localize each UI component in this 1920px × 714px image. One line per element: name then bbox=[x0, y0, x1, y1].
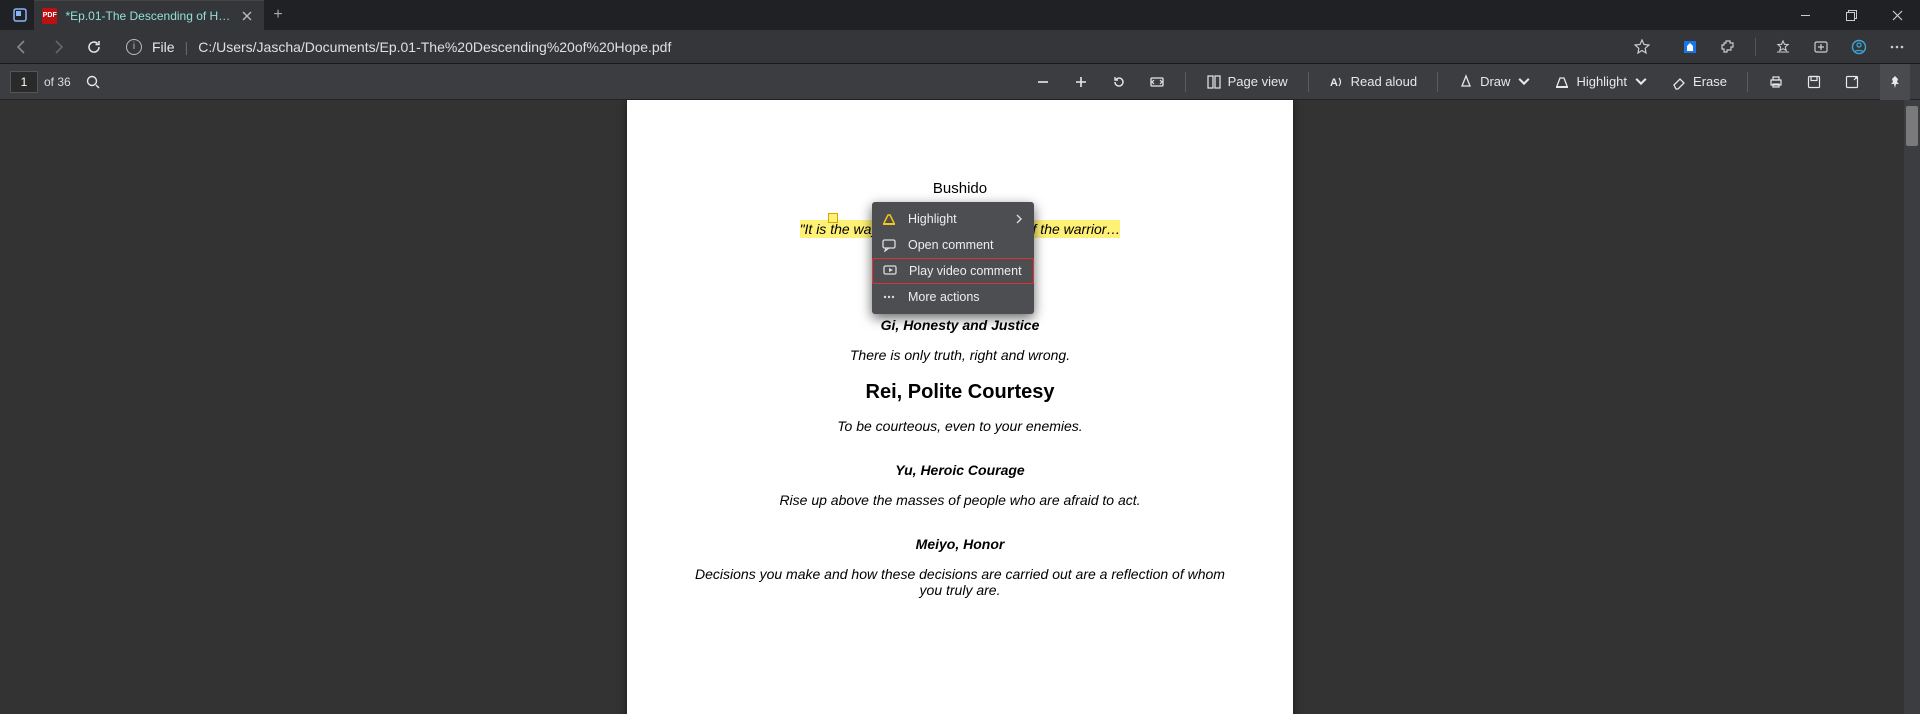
save-button[interactable] bbox=[1798, 68, 1830, 96]
url-box[interactable]: i File | C:/Users/Jascha/Documents/Ep.01… bbox=[116, 33, 1667, 61]
extensions-icon[interactable] bbox=[1713, 33, 1743, 61]
tab-close-button[interactable] bbox=[240, 9, 254, 23]
scrollbar-thumb[interactable] bbox=[1906, 106, 1918, 146]
erase-label: Erase bbox=[1693, 74, 1727, 89]
doc-title: Bushido bbox=[687, 180, 1233, 197]
ctx-label: Play video comment bbox=[909, 264, 1022, 278]
highlighter-icon bbox=[882, 212, 896, 226]
url-scheme-label: File bbox=[152, 39, 175, 55]
fit-page-button[interactable] bbox=[1141, 68, 1173, 96]
nav-forward-button[interactable] bbox=[44, 33, 72, 61]
collections-icon[interactable] bbox=[1806, 33, 1836, 61]
new-tab-button[interactable]: + bbox=[264, 0, 292, 30]
profile-icon[interactable] bbox=[1844, 33, 1874, 61]
favorites-list-icon[interactable] bbox=[1768, 33, 1798, 61]
tabstrip: PDF *Ep.01-The Descending of Hope + bbox=[0, 0, 292, 30]
browser-tab[interactable]: PDF *Ep.01-The Descending of Hope bbox=[34, 0, 264, 30]
toolbar-divider bbox=[1755, 38, 1756, 56]
tab-title: *Ep.01-The Descending of Hope bbox=[65, 9, 232, 23]
nav-back-button[interactable] bbox=[8, 33, 36, 61]
window-controls bbox=[1782, 0, 1920, 30]
window-minimize-button[interactable] bbox=[1782, 0, 1828, 30]
settings-menu-icon[interactable] bbox=[1882, 33, 1912, 61]
more-icon bbox=[882, 290, 896, 304]
zoom-in-button[interactable] bbox=[1065, 68, 1097, 96]
nav-refresh-button[interactable] bbox=[80, 33, 108, 61]
toolbar-separator bbox=[1185, 72, 1186, 92]
ctx-label: Open comment bbox=[908, 238, 993, 252]
browser-extension-icon-1[interactable] bbox=[1675, 33, 1705, 61]
toolbar-separator bbox=[1437, 72, 1438, 92]
omnibox-right-icons bbox=[1627, 33, 1657, 61]
section-4-head: Meiyo, Honor bbox=[687, 536, 1233, 552]
save-as-button[interactable] bbox=[1836, 68, 1868, 96]
vertical-scrollbar[interactable] bbox=[1904, 100, 1920, 714]
pdf-page: Bushido "It is the way of the sword…the … bbox=[627, 100, 1293, 714]
toolbar-separator bbox=[1308, 72, 1309, 92]
app-icon bbox=[6, 0, 34, 30]
window-restore-button[interactable] bbox=[1828, 0, 1874, 30]
page-number-input[interactable] bbox=[10, 71, 38, 93]
section-4-body: Decisions you make and how these decisio… bbox=[687, 566, 1233, 598]
ctx-label: More actions bbox=[908, 290, 980, 304]
page-view-label: Page view bbox=[1228, 74, 1288, 89]
video-comment-icon bbox=[883, 264, 897, 278]
window-close-button[interactable] bbox=[1874, 0, 1920, 30]
section-1-head: Gi, Honesty and Justice bbox=[687, 317, 1233, 333]
highlight-label: Highlight bbox=[1576, 74, 1627, 89]
ctx-highlight[interactable]: Highlight bbox=[872, 206, 1034, 232]
section-3-head: Yu, Heroic Courage bbox=[687, 462, 1233, 478]
find-button[interactable] bbox=[77, 68, 109, 96]
ctx-open-comment[interactable]: Open comment bbox=[872, 232, 1034, 258]
comment-marker-icon[interactable] bbox=[828, 213, 838, 223]
svg-text:A: A bbox=[1330, 77, 1338, 89]
favorite-star-icon[interactable] bbox=[1627, 33, 1657, 61]
section-1-body: There is only truth, right and wrong. bbox=[687, 347, 1233, 363]
ctx-label: Highlight bbox=[908, 212, 957, 226]
pdf-viewport[interactable]: Bushido "It is the way of the sword…the … bbox=[0, 100, 1920, 714]
url-separator: | bbox=[185, 39, 189, 55]
draw-label: Draw bbox=[1480, 74, 1510, 89]
address-bar: i File | C:/Users/Jascha/Documents/Ep.01… bbox=[0, 30, 1920, 64]
ctx-play-video-comment[interactable]: Play video comment bbox=[872, 258, 1034, 284]
toolbar-separator bbox=[1747, 72, 1748, 92]
chevron-right-icon bbox=[1014, 214, 1024, 224]
section-2-head: Rei, Polite Courtesy bbox=[687, 381, 1233, 404]
url-path: C:/Users/Jascha/Documents/Ep.01-The%20De… bbox=[198, 39, 671, 55]
erase-button[interactable]: Erase bbox=[1663, 68, 1735, 96]
comment-icon bbox=[882, 238, 896, 252]
print-button[interactable] bbox=[1760, 68, 1792, 96]
window-titlebar: PDF *Ep.01-The Descending of Hope + bbox=[0, 0, 1920, 30]
page-view-button[interactable]: Page view bbox=[1198, 68, 1296, 96]
draw-button[interactable]: Draw bbox=[1450, 68, 1540, 96]
read-aloud-label: Read aloud bbox=[1351, 74, 1418, 89]
pdf-file-icon: PDF bbox=[42, 8, 57, 24]
highlight-button[interactable]: Highlight bbox=[1546, 68, 1657, 96]
zoom-out-button[interactable] bbox=[1027, 68, 1059, 96]
ctx-more-actions[interactable]: More actions bbox=[872, 284, 1034, 310]
read-aloud-button[interactable]: A Read aloud bbox=[1321, 68, 1426, 96]
context-menu: Highlight Open comment Play video commen… bbox=[872, 202, 1034, 314]
page-total-label: of 36 bbox=[44, 75, 71, 89]
rotate-button[interactable] bbox=[1103, 68, 1135, 96]
section-2-body: To be courteous, even to your enemies. bbox=[687, 418, 1233, 434]
pdf-toolbar: of 36 Page view A Read aloud Draw Highli… bbox=[0, 64, 1920, 100]
section-3-body: Rise up above the masses of people who a… bbox=[687, 492, 1233, 508]
pin-toolbar-button[interactable] bbox=[1880, 64, 1910, 100]
site-info-icon[interactable]: i bbox=[126, 39, 142, 55]
